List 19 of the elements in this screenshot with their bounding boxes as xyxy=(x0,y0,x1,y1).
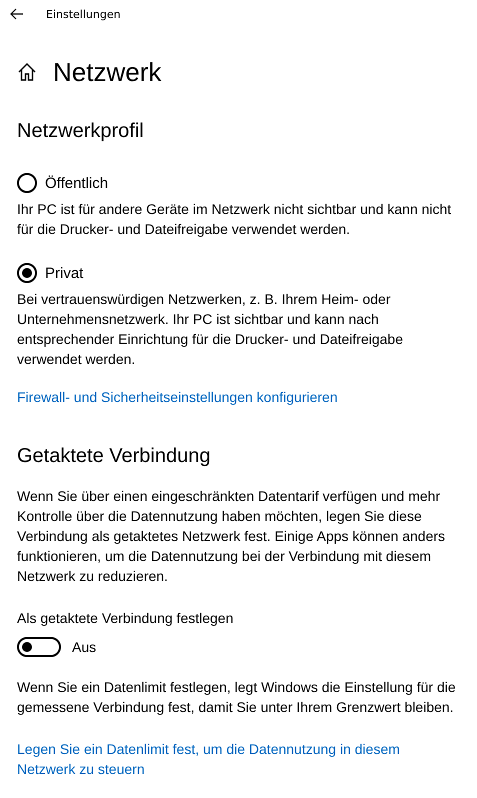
section-description: Wenn Sie über einen eingeschränkten Datentarif verfügen und mehr Kontrolle über die Datennutzung haben möchten, legen Sie diese Verbindung als getaktetes Netzwerk fest. Einige Apps können anders funktionieren, um die Datennutzung bei der Verbindung mit diesem Netzwerk zu reduzieren. xyxy=(17,487,446,586)
back-icon[interactable] xyxy=(10,8,24,20)
section-heading: Getaktete Verbindung xyxy=(17,445,212,468)
radio-label[interactable]: Privat xyxy=(45,264,84,282)
toggle-label: Als getaktete Verbindung festlegen xyxy=(17,609,234,628)
home-icon[interactable] xyxy=(17,62,37,82)
option-description: Bei vertrauenswürdigen Netzwerken, z. B. Ihrem Heim- oder Unternehmensnetzwerk. Ihr PC ist sichtbar und kann nach entsprechender Einrichtung für die Drucker- und Dateifreigabe verwendet werden. xyxy=(17,290,404,369)
section-heading: Netzwerkprofil xyxy=(17,120,145,143)
option-description: Ihr PC ist für andere Geräte im Netzwerk nicht sichtbar und kann nicht für die Drucker- und Dateifreigabe verwendet werden. xyxy=(17,200,452,239)
window-title: Einstellungen xyxy=(46,8,121,20)
page-title: Netzwerk xyxy=(53,56,162,88)
firewall-link[interactable]: Firewall- und Sicherheitseinstellungen konfigurieren xyxy=(17,387,460,407)
toggle-switch[interactable] xyxy=(17,637,61,657)
radio-button[interactable] xyxy=(17,173,37,193)
radio-button[interactable] xyxy=(17,263,37,283)
toggle-state: Aus xyxy=(72,639,96,655)
data-limit-link[interactable]: Legen Sie ein Datenlimit fest, um die Datennutzung in diesem Netzwerk zu steuern xyxy=(17,739,460,779)
radio-label[interactable]: Öffentlich xyxy=(45,174,108,192)
data-limit-note: Wenn Sie ein Datenlimit festlegen, legt Windows die Einstellung für die gemessene Verbindung fest, damit Sie unter Ihrem Grenzwert bleiben. xyxy=(17,678,457,717)
